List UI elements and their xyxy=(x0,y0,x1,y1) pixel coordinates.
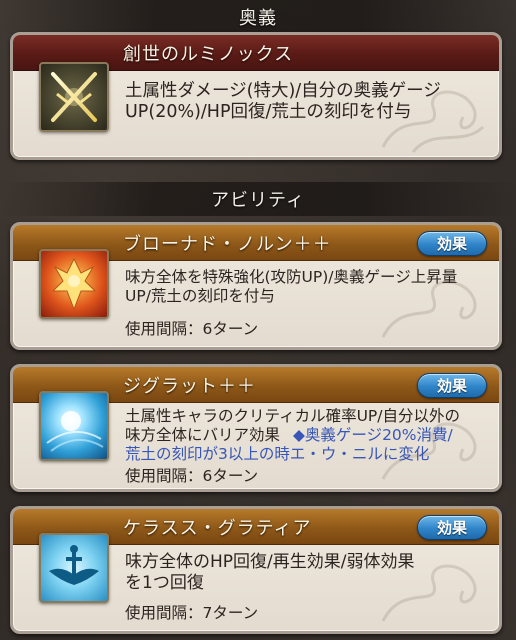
effect-button[interactable]: 効果 xyxy=(417,231,487,256)
ability-description: 味方全体を特殊強化(攻防UP)/奥義ゲージ上昇量 UP/荒土の刻印を付与 xyxy=(125,268,485,306)
ability-section-label: アビリティ xyxy=(211,190,305,211)
ability-description-line: 味方全体にバリア効果 ◆奥義ゲージ20%消費/ xyxy=(125,426,485,445)
ability-card: ブローナド・ノルン＋＋ 効果 味方全体を特殊強化(攻防UP)/奥義ゲージ上昇量 … xyxy=(10,222,502,350)
ability-description-line: 土属性キャラのクリティカル確率UP/自分以外の xyxy=(125,407,460,425)
ougi-card: 創世のルミノックス 土属性ダメージ(特大)/自分の奥義ゲージ UP(20%)/H… xyxy=(10,32,502,160)
ability-description-line: 味方全体を特殊強化(攻防UP)/奥義ゲージ上昇量 xyxy=(125,268,458,286)
ougi-section-label: 奥義 xyxy=(239,8,277,29)
ability-description: 土属性キャラのクリティカル確率UP/自分以外の 味方全体にバリア効果 ◆奥義ゲー… xyxy=(125,407,485,464)
ougi-section-header: 奥義 xyxy=(0,0,516,34)
ability-name: ブローナド・ノルン＋＋ xyxy=(123,233,332,255)
ougi-description-line: 土属性ダメージ(特大)/自分の奥義ゲージ xyxy=(125,81,441,101)
healing-wing-icon[interactable] xyxy=(39,533,109,603)
ability-interval: 使用間隔：7ターン xyxy=(125,604,259,622)
ability-interval: 使用間隔：6ターン xyxy=(125,320,259,338)
ability-description-line: を1つ回復 xyxy=(125,573,204,593)
ougi-description-line: UP(20%)/HP回復/荒土の刻印を付与 xyxy=(125,102,412,122)
crossed-swords-icon[interactable] xyxy=(39,62,109,132)
ougi-name: 創世のルミノックス xyxy=(123,43,294,65)
ability-description: 味方全体のHP回復/再生効果/弱体効果 を1つ回復 xyxy=(125,552,485,594)
light-burst-icon[interactable] xyxy=(39,391,109,461)
effect-button[interactable]: 効果 xyxy=(417,515,487,540)
ability-card: ジグラット＋＋ 効果 土属性キャラのクリティカル確率UP/自分以外の 味方全体に… xyxy=(10,364,502,492)
ability-description-line: UP/荒土の刻印を付与 xyxy=(125,287,275,305)
ability-card: ケラスス・グラティア 効果 味方全体のHP回復/再生効果/弱体効果 を1つ回復 … xyxy=(10,506,502,634)
ability-name: ジグラット＋＋ xyxy=(123,375,256,397)
ability-interval: 使用間隔：6ターン xyxy=(125,467,259,485)
golden-figure-icon[interactable] xyxy=(39,249,109,319)
ougi-description: 土属性ダメージ(特大)/自分の奥義ゲージ UP(20%)/HP回復/荒土の刻印を… xyxy=(125,81,485,123)
effect-button[interactable]: 効果 xyxy=(417,373,487,398)
ability-name: ケラスス・グラティア xyxy=(123,517,312,539)
ability-description-highlight: ◆奥義ゲージ20%消費/ xyxy=(292,426,453,444)
ability-description-line: 味方全体のHP回復/再生効果/弱体効果 xyxy=(125,552,415,572)
ability-description-text: 味方全体にバリア効果 xyxy=(125,426,281,444)
ability-description-highlight: 荒土の刻印が3以上の時エ・ウ・ニルに変化 xyxy=(125,445,430,463)
ability-section-header: アビリティ xyxy=(0,182,516,216)
